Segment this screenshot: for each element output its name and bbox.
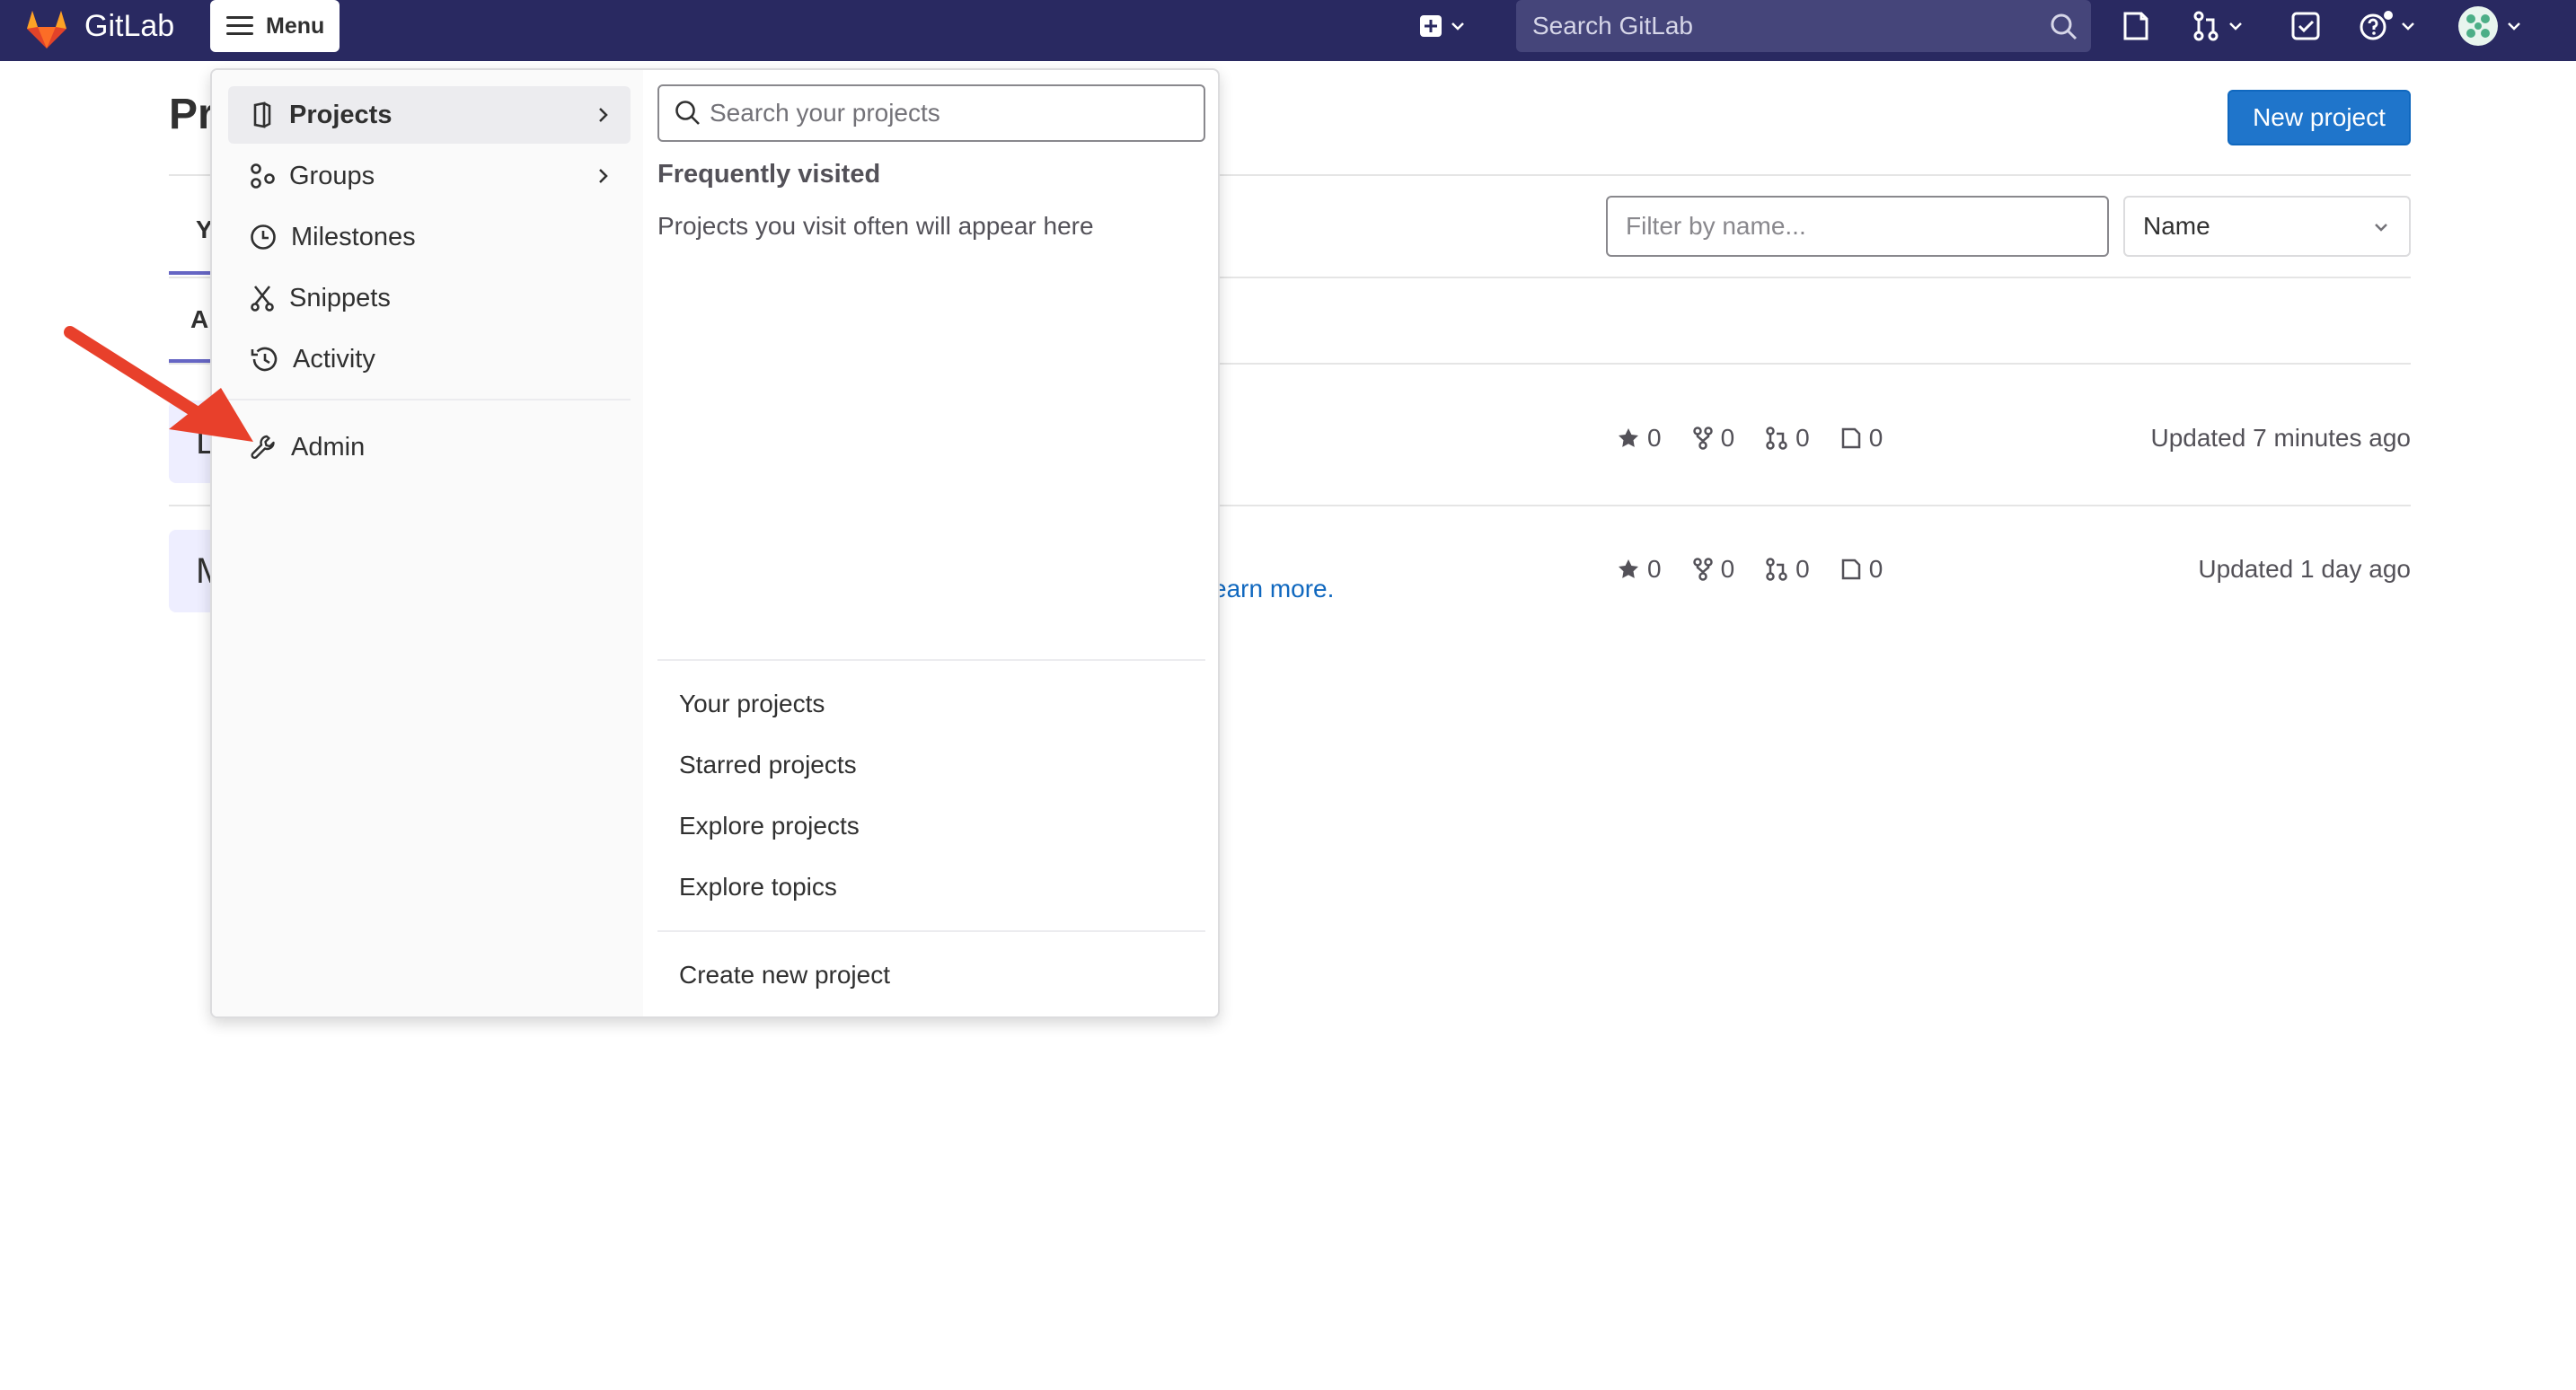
clock-icon [251,224,276,250]
search-icon [675,101,700,125]
gitlab-logo-icon[interactable] [22,4,72,54]
updated-timestamp: Updated 1 day ago [2198,555,2411,583]
updated-timestamp: Updated 7 minutes ago [2150,424,2411,452]
menu-item-label: Snippets [289,283,391,312]
merge-request-icon [1766,558,1787,581]
hamburger-icon [226,16,253,36]
merge-request-icon [1766,427,1787,450]
stars-count[interactable]: 0 [1617,555,1662,584]
merge-requests-count[interactable]: 0 [1765,424,1810,453]
divider [657,930,1205,932]
stars-value: 0 [1647,555,1662,583]
create-new-dropdown[interactable] [1419,11,1468,41]
main-menu-dropdown: Projects Groups Milestones Snippets Acti… [210,68,1220,1018]
chevron-down-icon [1451,22,1464,31]
forks-count[interactable]: 0 [1692,424,1735,453]
issues-icon [1841,427,1860,449]
menu-item-activity[interactable]: Activity [228,330,631,388]
menu-item-label: Admin [291,432,366,462]
fork-icon [1692,558,1713,581]
menu-item-groups[interactable]: Groups [228,147,631,205]
divider [657,659,1205,661]
merge-requests-value: 0 [1795,555,1810,583]
star-icon [1619,428,1638,447]
annotation-arrow-icon [64,326,253,442]
search-your-projects-placeholder: Search your projects [710,99,940,127]
project-stats: 0 0 0 0 [1617,555,1883,584]
merge-requests-dropdown[interactable] [2192,11,2245,41]
sort-value: Name [2143,212,2210,240]
help-icon [2360,11,2393,40]
explore-topics-link[interactable]: Explore topics [679,873,837,902]
global-search[interactable]: Search GitLab [1516,0,2091,52]
avatar [2458,6,2498,46]
frequently-visited-empty-text: Projects you visit often will appear her… [657,212,1094,240]
fork-icon [1692,427,1713,450]
menu-item-admin[interactable]: Admin [228,418,631,476]
issues-count[interactable]: 0 [1840,424,1883,453]
issues-value: 0 [1868,424,1883,452]
issues-button[interactable] [2122,11,2150,41]
chevron-down-icon [2402,22,2414,31]
todo-check-icon [2291,12,2320,40]
starred-projects-link[interactable]: Starred projects [679,751,857,779]
forks-count[interactable]: 0 [1692,555,1735,584]
menu-item-label: Milestones [291,222,416,251]
new-project-button[interactable]: New project [2228,90,2411,145]
chevron-right-icon [599,108,608,122]
forks-value: 0 [1720,424,1735,452]
chevron-down-icon [2375,224,2387,232]
todos-button[interactable] [2290,11,2321,41]
menu-button-label: Menu [266,13,325,39]
brand-name[interactable]: GitLab [84,0,174,52]
menu-item-label: Activity [293,344,375,374]
star-icon [1619,559,1638,578]
chevron-down-icon [2229,22,2242,31]
projects-panel: Search your projects Frequently visited … [657,70,1207,1016]
top-navbar: GitLab Menu Search GitLab [0,0,2576,61]
merge-request-icon [2193,11,2219,41]
filter-by-name-input[interactable]: Filter by name... [1606,196,2109,257]
learn-more-link[interactable]: earn more. [1213,575,1334,603]
group-icon [251,163,275,189]
your-projects-link[interactable]: Your projects [679,690,825,718]
sort-dropdown[interactable]: Name [2123,196,2411,257]
search-icon [2051,13,2078,40]
global-search-placeholder: Search GitLab [1532,12,1693,40]
issues-icon [2123,12,2148,40]
menu-item-snippets[interactable]: Snippets [228,269,631,327]
project-stats: 0 0 0 0 [1617,424,1883,453]
divider [228,399,631,400]
menu-item-label: Groups [289,161,375,190]
page-title: Pr [169,91,215,138]
issues-count[interactable]: 0 [1840,555,1883,584]
create-new-project-link[interactable]: Create new project [679,961,890,990]
forks-value: 0 [1720,555,1735,583]
stars-value: 0 [1647,424,1662,452]
snippet-icon [251,286,274,312]
menu-item-milestones[interactable]: Milestones [228,208,631,266]
menu-button[interactable]: Menu [210,0,340,52]
issues-icon [1841,559,1860,580]
menu-item-projects[interactable]: Projects [228,86,631,144]
filter-placeholder: Filter by name... [1626,212,1806,240]
issues-value: 0 [1868,555,1883,583]
merge-requests-value: 0 [1795,424,1810,452]
frequently-visited-heading: Frequently visited [657,160,881,189]
search-your-projects-input[interactable]: Search your projects [657,84,1205,142]
stars-count[interactable]: 0 [1617,424,1662,453]
merge-requests-count[interactable]: 0 [1765,555,1810,584]
plus-square-icon [1420,15,1442,37]
chevron-down-icon [2508,22,2520,31]
help-dropdown[interactable] [2359,11,2418,41]
explore-projects-link[interactable]: Explore projects [679,812,860,840]
project-icon [253,101,271,128]
user-menu-dropdown[interactable] [2457,5,2524,47]
chevron-right-icon [599,169,608,183]
menu-item-label: Projects [289,100,393,129]
menu-nav: Projects Groups Milestones Snippets Acti… [212,70,643,1016]
